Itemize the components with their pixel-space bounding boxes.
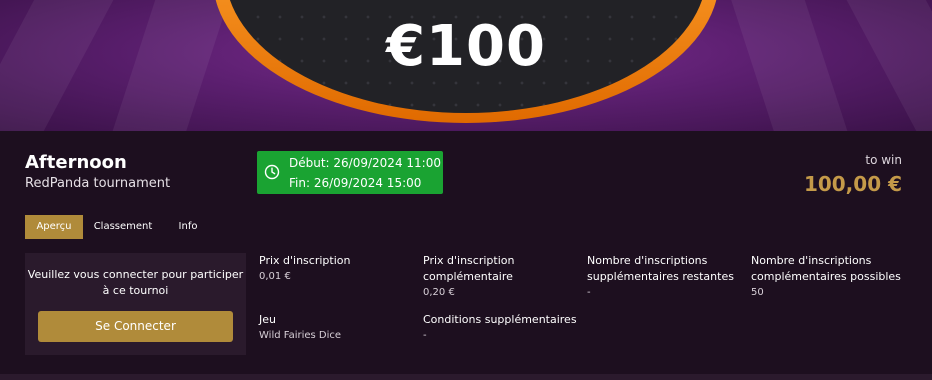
tab-info[interactable]: Info	[166, 215, 210, 239]
detail-value: -	[587, 287, 591, 298]
detail-additional-entry-fee: Prix d'inscription complémentaire 0,20 €	[423, 253, 573, 301]
tournament-subtitle: RedPanda tournament	[25, 176, 171, 191]
login-button[interactable]: Se Connecter	[38, 311, 233, 342]
tournament-title: Afternoon	[25, 152, 127, 173]
detail-label: Prix d'inscription	[259, 254, 351, 267]
detail-entry-fee: Prix d'inscription 0,01 €	[259, 253, 409, 285]
tournament-banner: €100	[0, 0, 932, 131]
detail-value: 0,20 €	[423, 287, 455, 298]
detail-label: Nombre d'inscriptions complémentaires po…	[751, 254, 901, 283]
tab-apercu[interactable]: Aperçu	[25, 215, 83, 239]
end-date: Fin: 26/09/2024 15:00	[289, 176, 422, 190]
detail-label: Conditions supplémentaires	[423, 313, 577, 326]
detail-remaining-rebuys: Nombre d'inscriptions supplémentaires re…	[587, 253, 747, 301]
tab-classement[interactable]: Classement	[88, 215, 158, 239]
detail-value: 50	[751, 287, 764, 298]
start-date: Début: 26/09/2024 11:00	[289, 156, 441, 170]
detail-label: Jeu	[259, 313, 276, 326]
detail-label: Prix d'inscription complémentaire	[423, 254, 515, 283]
detail-label: Nombre d'inscriptions supplémentaires re…	[587, 254, 734, 283]
detail-game: Jeu Wild Fairies Dice	[259, 312, 409, 344]
banner-prize-text: €100	[386, 14, 546, 79]
clock-icon	[264, 164, 280, 180]
tournament-dates: Début: 26/09/2024 11:00 Fin: 26/09/2024 …	[257, 151, 443, 194]
detail-value: Wild Fairies Dice	[259, 330, 342, 341]
to-win-label: to win	[865, 153, 902, 167]
detail-value: 0,01 €	[259, 271, 291, 282]
detail-possible-addons: Nombre d'inscriptions complémentaires po…	[751, 253, 911, 301]
bottom-divider	[0, 374, 932, 380]
login-message: Veuillez vous connecter pour participer …	[27, 268, 244, 297]
login-panel: Veuillez vous connecter pour participer …	[25, 253, 246, 355]
prize-value: 100,00 €	[803, 172, 902, 196]
detail-additional-conditions: Conditions supplémentaires -	[423, 312, 593, 344]
detail-value: -	[423, 330, 427, 341]
